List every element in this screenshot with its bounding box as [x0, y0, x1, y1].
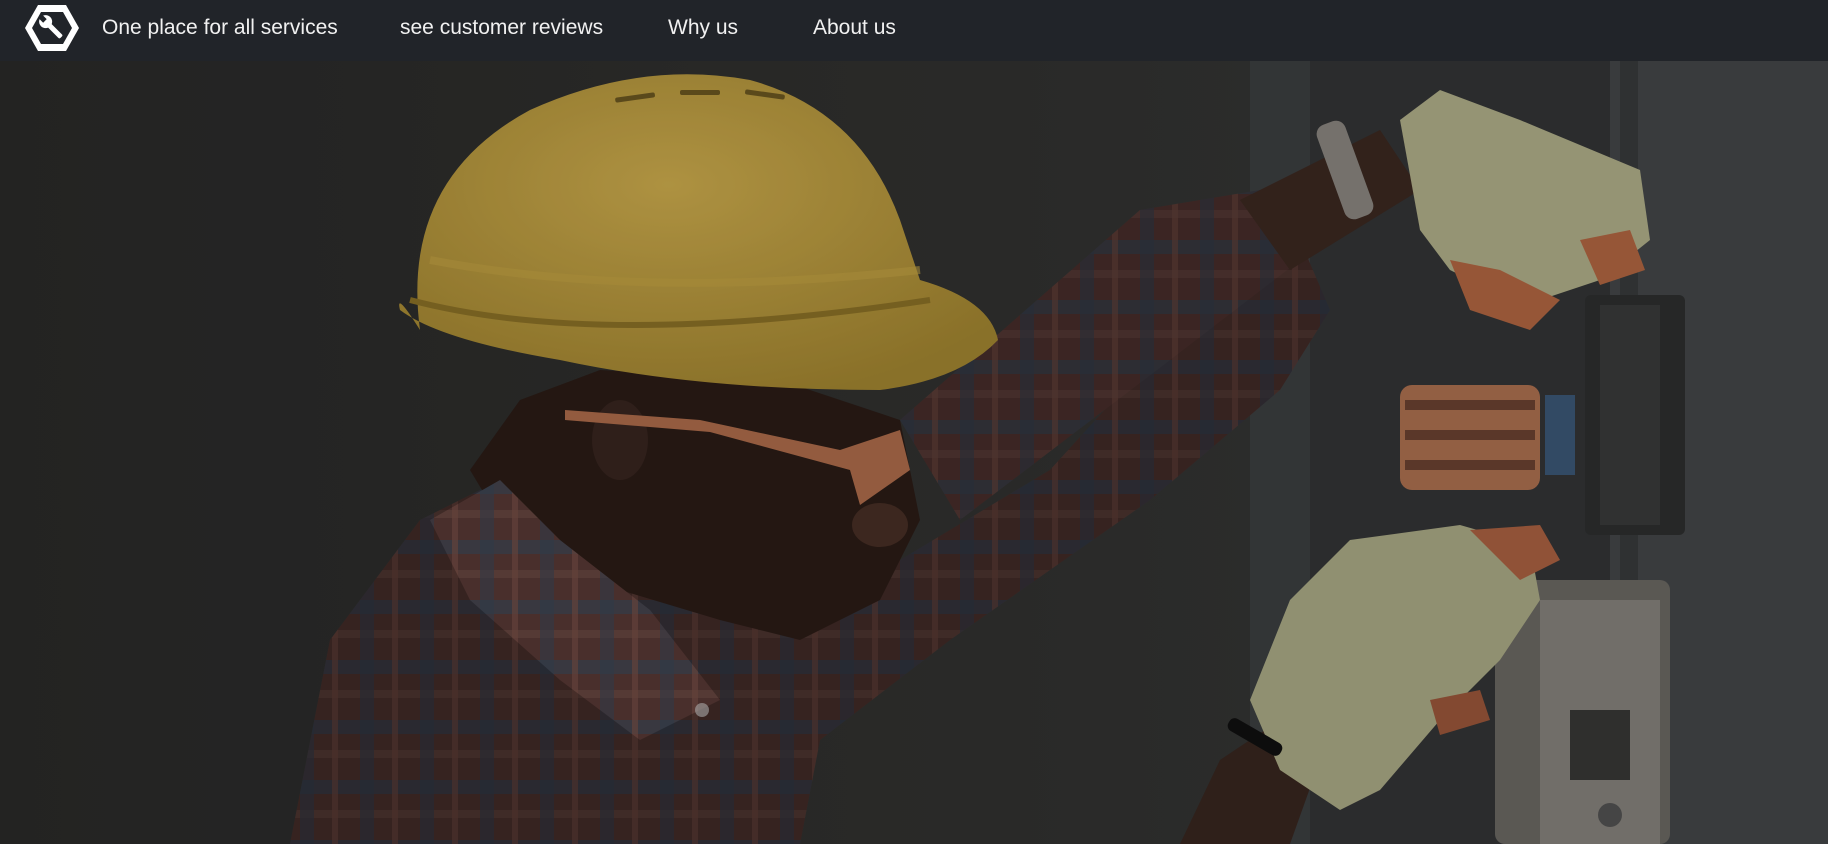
hero-illustration	[0, 61, 1828, 844]
nav-link-services[interactable]: One place for all services	[102, 0, 338, 55]
hero-image	[0, 61, 1828, 844]
nav-link-why-us[interactable]: Why us	[668, 0, 738, 55]
top-navbar: One place for all services see customer …	[0, 0, 1828, 61]
logo-icon[interactable]	[24, 3, 80, 53]
nav-link-reviews[interactable]: see customer reviews	[400, 0, 603, 55]
nav-link-about-us[interactable]: About us	[813, 0, 896, 55]
wrench-hexagon-icon	[25, 5, 79, 51]
